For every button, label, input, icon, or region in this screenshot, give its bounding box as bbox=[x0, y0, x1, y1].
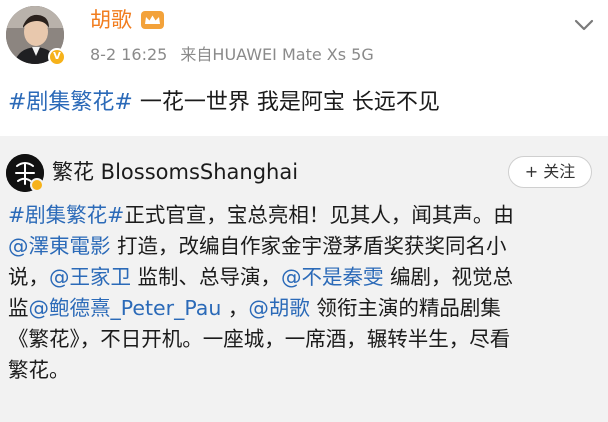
post-source: 来自HUAWEI Mate Xs 5G bbox=[180, 45, 374, 64]
repost-hashtag[interactable]: #剧集繁花# bbox=[8, 203, 124, 227]
repost-body-line: 《繁花》，不日开机。一座城，一席酒，辗转半生，尽看 bbox=[8, 324, 604, 355]
vip-badge: V bbox=[48, 48, 66, 66]
mention-link[interactable]: @不是秦雯 bbox=[281, 265, 384, 289]
repost-text: 正式官宣，宝总亮相！见其人，闻其声。由 bbox=[124, 203, 514, 227]
post-timestamp: 8-2 16:25 bbox=[90, 45, 168, 64]
repost-text: 监 bbox=[8, 296, 29, 320]
repost-text: 监制、总导演， bbox=[131, 265, 282, 289]
crown-icon bbox=[141, 11, 164, 29]
repost-text: 繁花。 bbox=[8, 358, 70, 382]
mention-link[interactable]: @澤東電影 bbox=[8, 234, 111, 258]
repost-body-line: 说，@王家卫 监制、总导演，@不是秦雯 编剧，视觉总 bbox=[8, 262, 604, 293]
repost-body: #剧集繁花#正式官宣，宝总亮相！见其人，闻其声。由 @澤東電影 打造，改编自作家金… bbox=[8, 200, 604, 386]
repost-author-name[interactable]: 繁花 BlossomsShanghai bbox=[52, 158, 298, 186]
repost-text: 《繁花》，不日开机。一座城，一席酒，辗转半生，尽看 bbox=[8, 327, 511, 351]
repost-vip-badge bbox=[30, 178, 44, 192]
repost-body-line: 监@鲍德熹_Peter_Pau ，@胡歌 领衔主演的精品剧集 bbox=[8, 293, 604, 324]
repost-text: 说， bbox=[8, 265, 49, 289]
chevron-down-icon[interactable] bbox=[571, 12, 597, 38]
post-meta: 8-2 16:25 来自HUAWEI Mate Xs 5G bbox=[90, 44, 382, 66]
repost-body-line: 繁花。 bbox=[8, 355, 604, 386]
mention-link[interactable]: @鲍德熹_Peter_Pau bbox=[29, 296, 222, 320]
repost-text: 领衔主演的精品剧集 bbox=[309, 296, 501, 320]
mention-link[interactable]: @胡歌 bbox=[248, 296, 310, 320]
mention-link[interactable]: @王家卫 bbox=[49, 265, 131, 289]
repost-card[interactable]: 繁花 BlossomsShanghai + 关注 #剧集繁花#正式官宣，宝总亮相… bbox=[0, 136, 608, 422]
post-body: 一花一世界 我是阿宝 长远不见 bbox=[132, 90, 440, 115]
post-hashtag[interactable]: #剧集繁花# bbox=[8, 90, 133, 115]
repost-text: 编剧，视觉总 bbox=[383, 265, 514, 289]
user-name[interactable]: 胡歌 bbox=[90, 6, 132, 34]
repost-text: 打造，改编自作家金宇澄茅盾奖获奖同名小 bbox=[110, 234, 507, 258]
repost-text: ， bbox=[221, 296, 249, 320]
weibo-post: V 胡歌 8-2 16:25 来自HUAWEI Mate Xs 5G #剧集繁花… bbox=[0, 0, 608, 422]
follow-button[interactable]: + 关注 bbox=[508, 156, 592, 188]
post-text: #剧集繁花# 一花一世界 我是阿宝 长远不见 bbox=[8, 88, 440, 118]
repost-body-line: #剧集繁花#正式官宣，宝总亮相！见其人，闻其声。由 bbox=[8, 200, 604, 231]
repost-body-line: @澤東電影 打造，改编自作家金宇澄茅盾奖获奖同名小 bbox=[8, 231, 604, 262]
